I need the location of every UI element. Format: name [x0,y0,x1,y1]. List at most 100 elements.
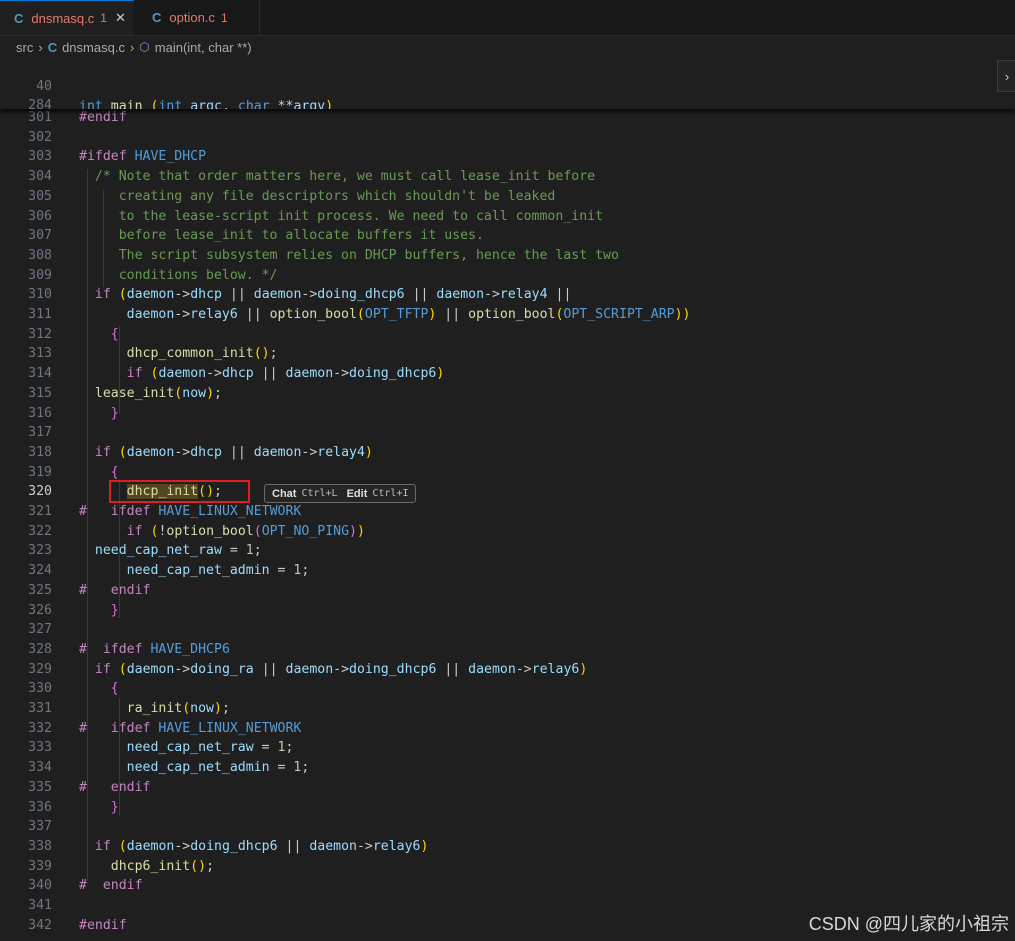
code-line[interactable]: 317 [0,423,1015,443]
line-number: 308 [28,247,52,263]
line-number: 329 [28,661,52,677]
line-number: 333 [28,740,52,756]
code-text: if (daemon->dhcp || daemon->relay4) [94,444,373,460]
line-number: 311 [28,307,52,322]
code-line[interactable]: 318 if (daemon->dhcp || daemon->relay4) [0,443,1015,463]
tab-dnsmasq-c[interactable]: C dnsmasq.c 1 ✕ [0,0,134,35]
code-line[interactable]: 328 # ifdef HAVE_DHCP6 [0,640,1015,660]
code-line[interactable]: 310 if (daemon->dhcp || daemon->doing_dh… [0,285,1015,305]
code-line[interactable]: 306 to the lease-script init process. We… [0,207,1015,227]
line-number: 302 [28,129,52,145]
code-line[interactable]: 312 { [0,325,1015,345]
code-text: dhcp6_init(); [110,858,215,874]
code-line[interactable]: 331 ra_init(now); [0,699,1015,719]
code-line[interactable]: 316 } [0,404,1015,424]
code-line[interactable]: 323 need_cap_net_raw = 1; [0,541,1015,561]
tab-option-c[interactable]: C option.c 1 [138,0,260,35]
code-line[interactable]: 303 #ifdef HAVE_DHCP [0,147,1015,167]
line-number: 301 [28,110,52,125]
code-text: if (daemon->doing_ra || daemon->doing_dh… [94,661,588,677]
code-line[interactable]: 301 #endif [0,108,1015,128]
code-line[interactable]: 304 /* Note that order matters here, we … [0,167,1015,187]
chevron-right-icon: › [38,39,43,55]
code-text: /* Note that order matters here, we must… [94,169,596,185]
code-text: dhcp_common_init(); [126,346,278,362]
code-line[interactable]: 309 conditions below. */ [0,266,1015,286]
breadcrumb-file[interactable]: dnsmasq.c [62,40,125,55]
code-line[interactable]: 326 } [0,601,1015,621]
chat-action-label[interactable]: Chat [272,488,296,500]
code-line[interactable]: 321 # ifdef HAVE_LINUX_NETWORK [0,502,1015,522]
code-line[interactable]: 314 if (daemon->dhcp || daemon->doing_dh… [0,364,1015,384]
editor-tab-bar: C dnsmasq.c 1 ✕ C option.c 1 [0,0,1015,36]
line-number: 320 [28,484,52,500]
close-icon[interactable]: ✕ [115,10,126,26]
chevron-right-icon[interactable]: › [997,60,1015,92]
breadcrumb-symbol[interactable]: main(int, char **) [155,40,252,55]
sticky-line[interactable]: 40 int main (int argc, char **argv) [0,58,1015,109]
code-line[interactable]: 337 [0,817,1015,837]
sticky-line[interactable]: 285 if (daemon->dhcp6) [0,92,1015,109]
watermark-text: CSDN @四儿家的小祖宗 [808,914,1009,934]
code-line[interactable]: 315 lease_init(now); [0,384,1015,404]
line-number: 337 [28,819,52,835]
line-number: 341 [28,898,52,913]
line-number: 303 [28,149,52,165]
code-line[interactable]: 335 # endif [0,778,1015,798]
line-number: 315 [28,385,52,401]
line-number: 325 [28,582,52,598]
code-line[interactable]: 322 if (!option_bool(OPT_NO_PING)) [0,522,1015,542]
code-line[interactable]: 324 need_cap_net_admin = 1; [0,561,1015,581]
code-line[interactable]: 329 if (daemon->doing_ra || daemon->doin… [0,660,1015,680]
code-line[interactable]: 308 The script subsystem relies on DHCP … [0,246,1015,266]
code-text: # ifdef HAVE_DHCP6 [79,641,230,657]
code-text: # ifdef HAVE_LINUX_NETWORK [79,720,302,736]
c-file-icon: C [47,39,58,55]
line-number: 323 [28,543,52,559]
line-number: 336 [28,799,52,815]
code-line[interactable]: 330 { [0,679,1015,699]
code-line[interactable]: 325 # endif [0,581,1015,601]
tab-label: dnsmasq.c [31,10,95,26]
code-text: need_cap_net_raw = 1; [126,740,294,756]
line-number: 305 [28,188,52,204]
code-line[interactable]: 313 dhcp_common_init(); [0,344,1015,364]
code-line[interactable]: 332 # ifdef HAVE_LINUX_NETWORK [0,719,1015,739]
line-number: 318 [28,444,52,460]
line-number: 310 [28,287,52,303]
code-line[interactable]: 305 creating any file descriptors which … [0,187,1015,207]
code-line[interactable]: 307 before lease_init to allocate buffer… [0,226,1015,246]
code-text: daemon->relay6 || option_bool(OPT_TFTP) … [126,307,691,322]
line-number: 334 [28,760,52,776]
code-line[interactable]: 302 [0,128,1015,148]
code-text: } [110,405,119,421]
code-line[interactable]: 340 # endif [0,876,1015,896]
line-number: 339 [28,858,52,874]
code-text: conditions below. */ [79,267,278,283]
symbol-method-icon: ⬡ [139,40,150,54]
sticky-scroll-header: 40 int main (int argc, char **argv) 284 … [0,58,1015,109]
line-number: 342 [28,917,52,933]
code-text: # endif [79,779,151,795]
code-line[interactable]: 339 dhcp6_init(); [0,857,1015,877]
breadcrumb-folder[interactable]: src [16,40,33,55]
line-number: 307 [28,228,52,244]
c-file-icon: C [14,10,24,26]
code-line[interactable]: 311 daemon->relay6 || option_bool(OPT_TF… [0,305,1015,325]
edit-action-label[interactable]: Edit [347,488,368,500]
code-text: # ifdef HAVE_LINUX_NETWORK [79,504,302,519]
line-number: 324 [28,563,52,579]
code-text: before lease_init to allocate buffers it… [79,228,484,244]
code-line[interactable]: 334 need_cap_net_admin = 1; [0,758,1015,778]
code-line[interactable]: 338 if (daemon->doing_dhcp6 || daemon->r… [0,837,1015,857]
code-line[interactable]: 336 } [0,798,1015,818]
code-line[interactable]: 333 need_cap_net_raw = 1; [0,738,1015,758]
line-number: 316 [28,405,52,421]
code-text: #ifdef HAVE_DHCP [79,149,207,165]
line-number: 306 [28,208,52,224]
code-line[interactable]: 327 [0,620,1015,640]
chevron-right-icon: › [129,39,135,55]
breadcrumb: src › C dnsmasq.c › ⬡ main(int, char **) [16,38,252,56]
inline-chat-hint[interactable]: Chat Ctrl+L Edit Ctrl+I [264,484,417,503]
problem-count-badge: 1 [220,10,228,25]
